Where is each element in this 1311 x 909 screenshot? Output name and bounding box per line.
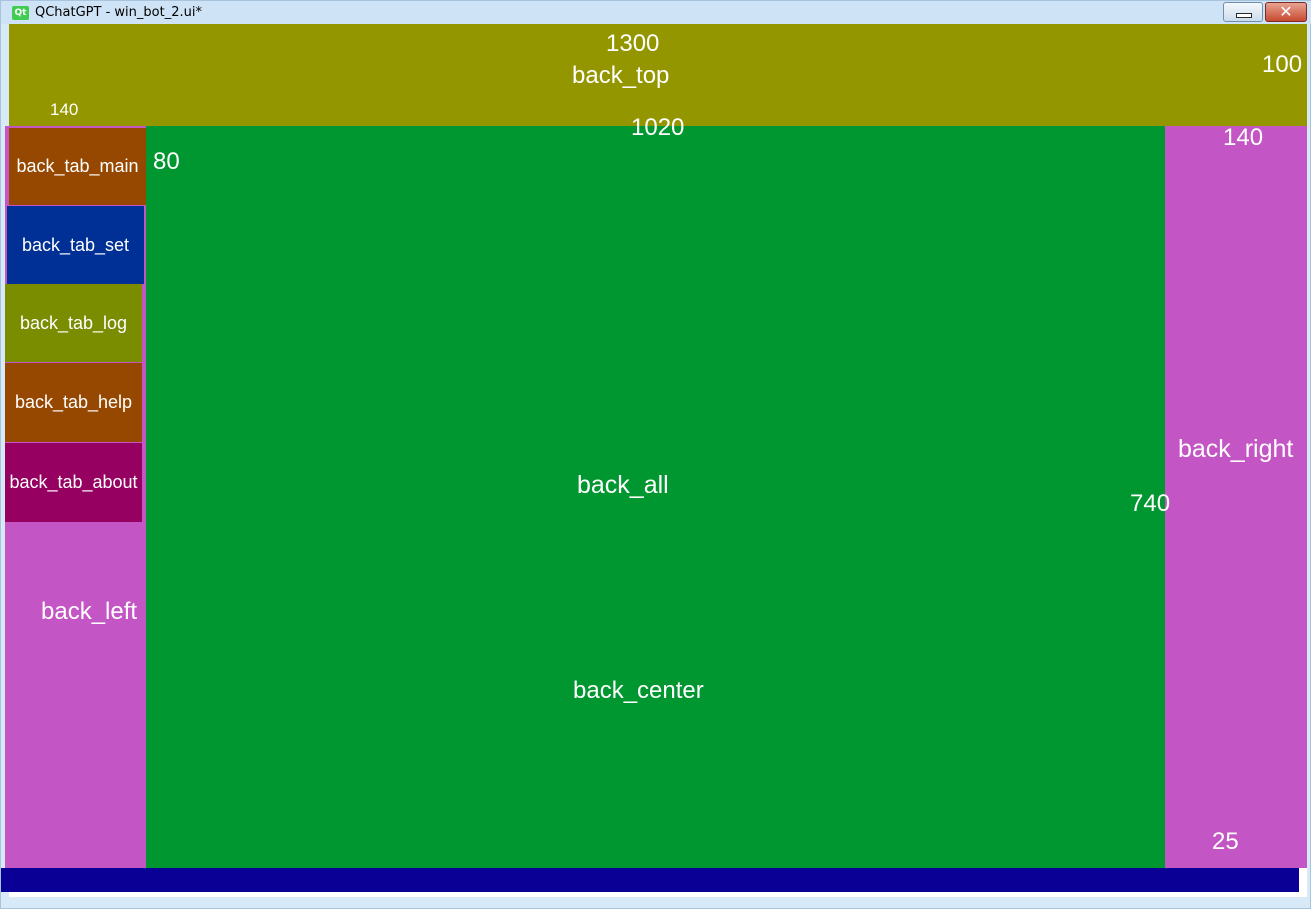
title-bar[interactable]: Qt QChatGPT - win_bot_2.ui* ✕ bbox=[1, 1, 1311, 24]
qt-logo-icon: Qt bbox=[12, 6, 29, 20]
right-bottom-label: 25 bbox=[1212, 828, 1239, 855]
top-width-label: 1300 bbox=[606, 30, 660, 57]
back-all-label: back_all bbox=[577, 471, 669, 499]
back-top-label: back_top bbox=[572, 62, 670, 89]
minimize-button[interactable] bbox=[1223, 2, 1263, 22]
tab-about[interactable]: back_tab_about bbox=[5, 443, 142, 522]
tab-log[interactable]: back_tab_log bbox=[5, 284, 142, 362]
back-bottom-panel bbox=[1, 868, 1299, 892]
back-right-label: back_right bbox=[1178, 435, 1294, 463]
window-title: QChatGPT - win_bot_2.ui* bbox=[35, 5, 202, 20]
close-button[interactable]: ✕ bbox=[1265, 2, 1307, 22]
tab-help[interactable]: back_tab_help bbox=[5, 363, 142, 442]
minimize-icon bbox=[1236, 13, 1252, 18]
left-width-label: 140 bbox=[50, 100, 79, 119]
top-height-label: 100 bbox=[1262, 51, 1303, 78]
center-height-label: 740 bbox=[1130, 490, 1171, 517]
app-window: Qt QChatGPT - win_bot_2.ui* ✕ back_tab_m… bbox=[0, 0, 1311, 909]
tab-set[interactable]: back_tab_set bbox=[7, 206, 144, 284]
tab-main[interactable]: back_tab_main bbox=[9, 128, 146, 205]
back-right-panel bbox=[1165, 126, 1307, 868]
tab-height-label: 80 bbox=[153, 148, 180, 175]
back-left-label: back_left bbox=[41, 598, 138, 625]
center-width-label: 1020 bbox=[631, 114, 685, 141]
back-center-label: back_center bbox=[573, 677, 704, 704]
right-width-label: 140 bbox=[1223, 124, 1264, 151]
